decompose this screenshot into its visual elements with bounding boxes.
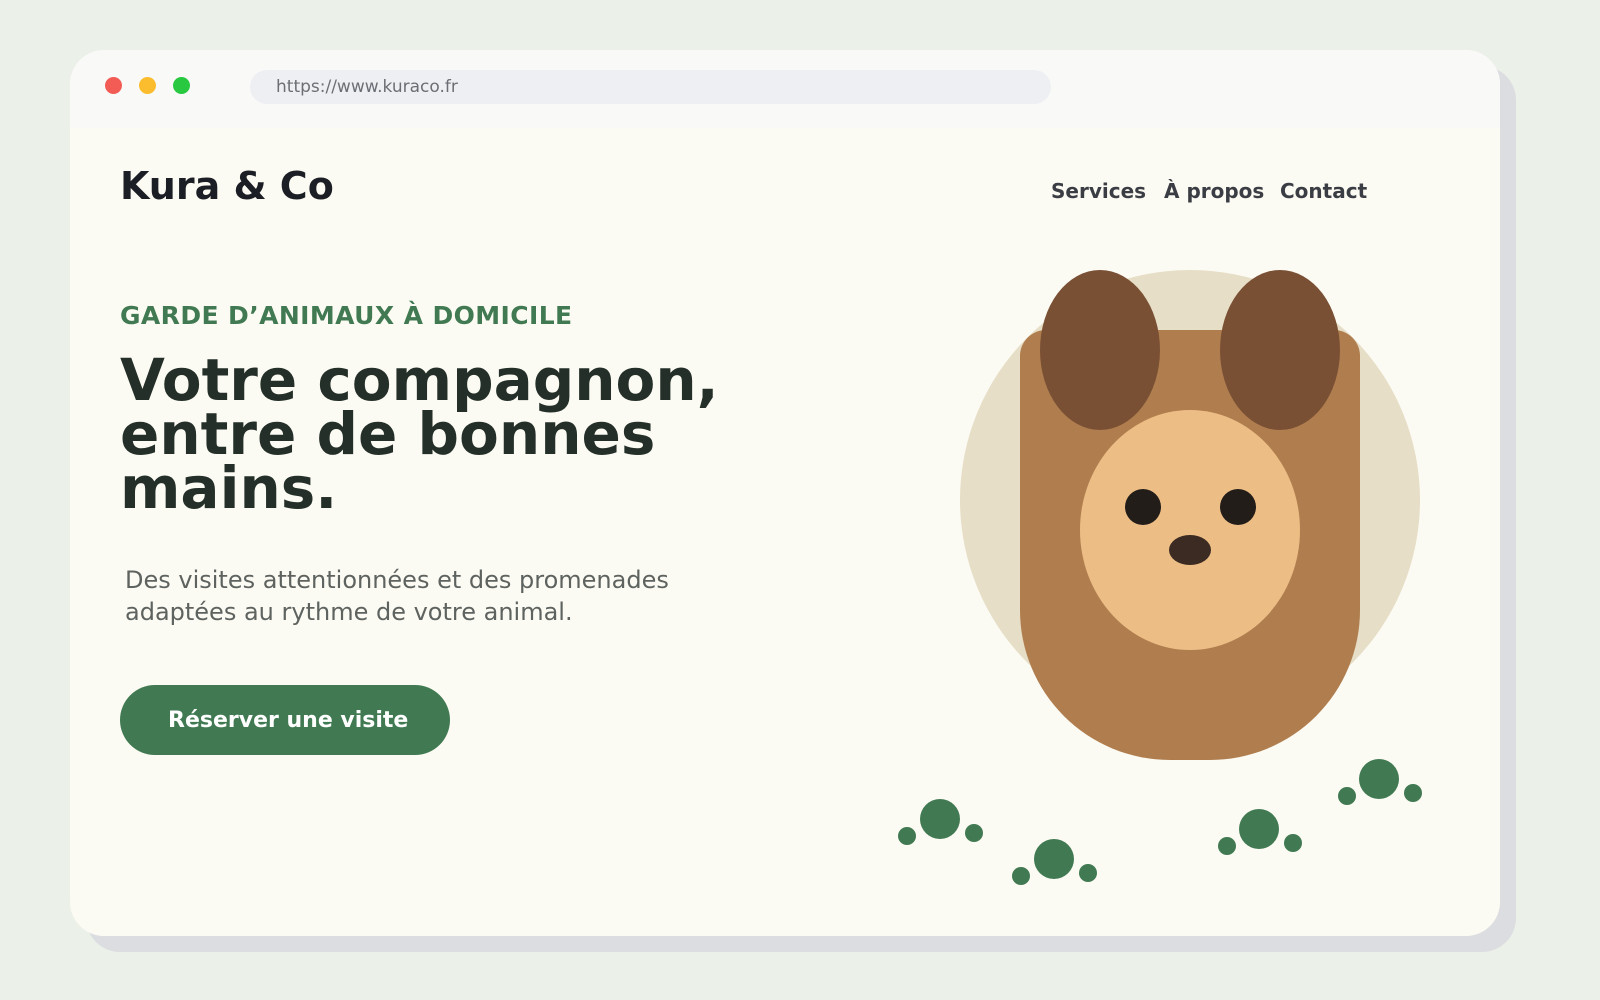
minimize-window-dot[interactable]	[139, 77, 156, 94]
close-window-dot[interactable]	[105, 77, 122, 94]
nav-contact[interactable]: Contact	[1280, 179, 1367, 203]
paw-print-icon	[898, 799, 983, 845]
browser-chrome: https://www.kuraco.fr	[70, 50, 1500, 128]
hero-eyebrow: GARDE D’ANIMAUX À DOMICILE	[120, 301, 573, 330]
nav-about[interactable]: À propos	[1164, 179, 1264, 203]
nav-services[interactable]: Services	[1051, 179, 1146, 203]
hero-description: Des visites attentionnées et des promena…	[125, 564, 765, 628]
hero-headline: Votre compagnon, entre de bonnes mains.	[120, 351, 820, 517]
paw-print-icon	[1218, 809, 1302, 855]
headline-line-3: mains.	[120, 454, 338, 522]
dog-body-top	[1020, 330, 1360, 530]
dog-left-eye	[1125, 489, 1161, 525]
dog-left-ear	[1040, 270, 1160, 430]
dog-right-eye	[1220, 489, 1256, 525]
dog-right-ear	[1220, 270, 1340, 430]
paw-print-icon	[1338, 759, 1422, 805]
dog-body	[1020, 330, 1360, 760]
book-visit-button[interactable]: Réserver une visite	[120, 685, 450, 755]
browser-window: https://www.kuraco.fr Kura & Co Services…	[70, 50, 1500, 936]
maximize-window-dot[interactable]	[173, 77, 190, 94]
description-line-1: Des visites attentionnées et des promena…	[125, 566, 669, 594]
site-logo[interactable]: Kura & Co	[120, 164, 334, 208]
address-bar[interactable]: https://www.kuraco.fr	[250, 70, 1051, 104]
backdrop-circle	[960, 270, 1420, 730]
description-line-2: adaptées au rythme de votre animal.	[125, 598, 573, 626]
dog-nose	[1169, 535, 1211, 565]
paw-print-icon	[1012, 839, 1097, 885]
dog-face	[1080, 410, 1300, 650]
